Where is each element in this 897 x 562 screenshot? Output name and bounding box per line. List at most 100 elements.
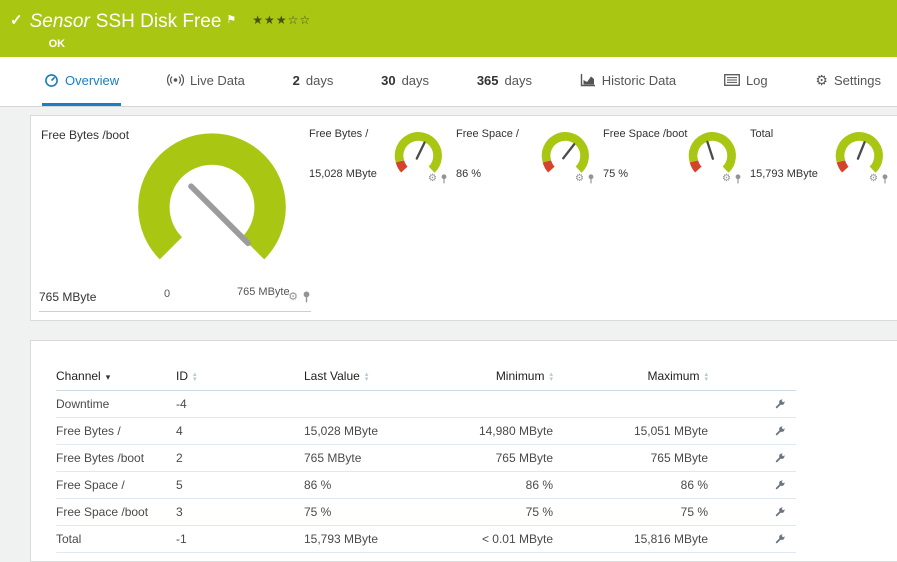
tab-live-data-label: Live Data <box>189 72 245 88</box>
tab-30-days-label: days <box>401 72 430 88</box>
cell-maximum: 765 MByte <box>559 444 714 472</box>
sort-icon: ▴ ▾ <box>549 371 553 384</box>
mini-gauge-settings-icon[interactable]: ⚙ <box>428 172 437 186</box>
col-header-maximum[interactable]: Maximum ▴ ▾ <box>559 363 714 391</box>
cell-last-value: 15,028 MByte <box>304 417 434 445</box>
table-row-free-space-root: Free Space / 5 86 % 86 % 86 % <box>56 471 796 499</box>
sort-desc-icon: ▾ <box>105 372 111 383</box>
flag-icon[interactable]: ⚑ <box>226 14 236 26</box>
mini-gauge-total: Total 15,793 MByte ⚙ <box>750 128 897 208</box>
tab-365-days-number: 365 <box>476 72 499 88</box>
cell-channel: Free Space / <box>56 471 176 499</box>
settings-gear-icon: ⚙ <box>815 72 828 88</box>
cell-channel: Free Space /boot <box>56 498 176 526</box>
mini-gauge-title: Free Space / <box>456 128 519 140</box>
cell-channel: Downtime <box>56 390 176 418</box>
cell-channel: Total <box>56 525 176 553</box>
page-title: SSH Disk Free <box>95 11 222 32</box>
col-header-actions <box>714 363 796 391</box>
tab-settings-label: Settings <box>833 72 881 88</box>
mini-gauge-pin-icon[interactable] <box>587 174 595 184</box>
mini-gauge-value: 75 % <box>603 168 629 180</box>
cell-actions <box>714 417 796 445</box>
channel-settings-wrench-icon[interactable] <box>773 398 786 411</box>
tab-365-days[interactable]: 365 days <box>475 57 534 106</box>
cell-last-value: 15,793 MByte <box>304 525 434 553</box>
status-ok-icon: ✓ <box>10 12 23 29</box>
cell-id: -1 <box>176 525 304 553</box>
cell-minimum <box>434 390 559 418</box>
cell-id: 4 <box>176 417 304 445</box>
col-header-id-label: ID <box>176 369 188 384</box>
tab-log[interactable]: Log <box>722 57 770 106</box>
tab-2-days[interactable]: 2 days <box>291 57 336 106</box>
gauge-panel: Free Bytes /boot 0 765 MByte 765 MByte ⚙… <box>30 115 897 321</box>
cell-id: 2 <box>176 444 304 472</box>
tab-log-label: Log <box>745 72 768 88</box>
mini-gauge-value: 86 % <box>456 168 482 180</box>
tab-30-days[interactable]: 30 days <box>379 57 431 106</box>
mini-gauge-settings-icon[interactable]: ⚙ <box>575 172 584 186</box>
channel-settings-wrench-icon[interactable] <box>773 479 786 492</box>
cell-last-value <box>304 390 434 418</box>
main-gauge-dial <box>138 133 286 260</box>
sensor-type-label: Sensor <box>29 11 90 32</box>
tab-live-data[interactable]: Live Data <box>165 57 247 106</box>
table-row-free-bytes-root: Free Bytes / 4 15,028 MByte 14,980 MByte… <box>56 417 796 445</box>
mini-gauge-value: 15,028 MByte <box>309 168 377 180</box>
channel-table-panel: Channel ▾ ID ▴ ▾ Last Value ▴ ▾ Minimum ▴ ▾ Max… <box>30 340 897 562</box>
col-header-channel[interactable]: Channel ▾ <box>56 363 176 391</box>
priority-stars[interactable]: ★★★☆☆ <box>252 13 311 27</box>
mini-gauge-value: 15,793 MByte <box>750 168 818 180</box>
main-gauge-pin-icon[interactable] <box>302 291 311 303</box>
cell-minimum: < 0.01 MByte <box>434 525 559 553</box>
cell-last-value: 75 % <box>304 498 434 526</box>
mini-gauge-free-space-boot: Free Space /boot 75 % ⚙ <box>603 128 750 208</box>
tab-historic-data[interactable]: Historic Data <box>578 57 678 106</box>
sort-icon: ▴ ▾ <box>704 371 708 384</box>
cell-id: -4 <box>176 390 304 418</box>
tab-365-days-label: days <box>504 72 532 88</box>
channel-settings-wrench-icon[interactable] <box>773 506 786 519</box>
tab-settings[interactable]: ⚙ Settings <box>813 57 883 106</box>
channel-settings-wrench-icon[interactable] <box>773 533 786 546</box>
col-header-last-value-label: Last Value <box>304 369 360 384</box>
cell-maximum: 86 % <box>559 471 714 499</box>
col-header-minimum[interactable]: Minimum ▴ ▾ <box>434 363 559 391</box>
channel-table: Channel ▾ ID ▴ ▾ Last Value ▴ ▾ Minimum ▴ ▾ Max… <box>56 363 796 553</box>
cell-actions <box>714 471 796 499</box>
col-header-channel-label: Channel <box>56 369 101 384</box>
col-header-maximum-label: Maximum <box>647 369 700 384</box>
channel-settings-wrench-icon[interactable] <box>773 425 786 438</box>
mini-gauge-title: Total <box>750 128 774 140</box>
col-header-last-value[interactable]: Last Value ▴ ▾ <box>304 363 434 391</box>
cell-maximum <box>559 390 714 418</box>
main-gauge-value: 765 MByte <box>39 290 97 304</box>
sort-icon: ▴ ▾ <box>193 371 197 384</box>
main-gauge-footer: 765 MByte ⚙ <box>39 290 311 312</box>
mini-gauge-row: Free Bytes / 15,028 MByte ⚙ Free Space /… <box>309 128 897 208</box>
cell-id: 5 <box>176 471 304 499</box>
historic-data-chart-icon <box>580 73 595 86</box>
cell-actions <box>714 498 796 526</box>
cell-maximum: 15,816 MByte <box>559 525 714 553</box>
main-gauge-settings-icon[interactable]: ⚙ <box>288 290 298 304</box>
mini-gauge-pin-icon[interactable] <box>734 174 742 184</box>
mini-gauge-free-bytes-root: Free Bytes / 15,028 MByte ⚙ <box>309 128 456 208</box>
mini-gauge-settings-icon[interactable]: ⚙ <box>722 172 731 186</box>
log-list-icon <box>723 74 740 86</box>
mini-gauge-pin-icon[interactable] <box>881 174 889 184</box>
col-header-id[interactable]: ID ▴ ▾ <box>176 363 304 391</box>
table-row-free-space-boot: Free Space /boot 3 75 % 75 % 75 % <box>56 498 796 526</box>
mini-gauge-title: Free Bytes / <box>309 128 369 140</box>
col-header-minimum-label: Minimum <box>495 369 545 384</box>
mini-gauge-pin-icon[interactable] <box>440 174 448 184</box>
cell-last-value: 86 % <box>304 471 434 499</box>
sensor-status-badge: OK <box>48 38 66 50</box>
tab-overview[interactable]: Overview <box>42 57 122 106</box>
channel-settings-wrench-icon[interactable] <box>773 452 786 465</box>
cell-channel: Free Bytes /boot <box>56 444 176 472</box>
table-row-downtime: Downtime -4 <box>56 390 796 418</box>
cell-minimum: 75 % <box>434 498 559 526</box>
mini-gauge-settings-icon[interactable]: ⚙ <box>869 172 878 186</box>
